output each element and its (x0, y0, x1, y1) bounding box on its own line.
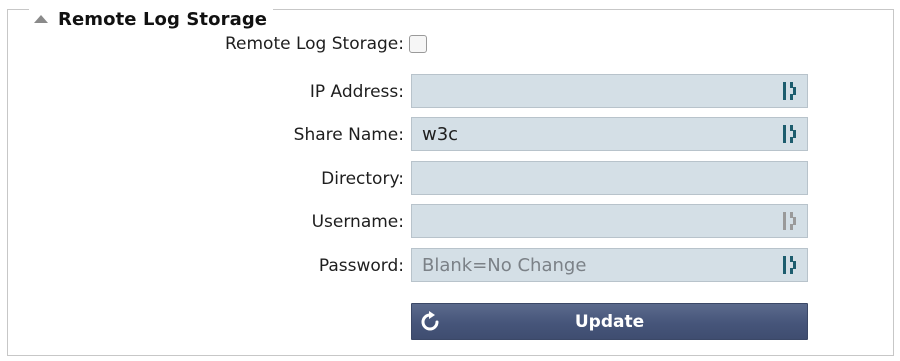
update-button[interactable]: Update (411, 303, 808, 340)
share-name-input[interactable]: w3c (411, 117, 808, 151)
ip-address-input[interactable] (411, 74, 808, 108)
password-input[interactable]: Blank=No Change (411, 248, 808, 282)
section-legend: Remote Log Storage (29, 8, 274, 30)
share-name-value: w3c (422, 123, 459, 145)
section-title: Remote Log Storage (58, 8, 268, 30)
remote-log-storage-checkbox[interactable] (409, 35, 427, 53)
username-label: Username: (311, 212, 404, 232)
password-manager-key-icon[interactable] (782, 81, 800, 101)
collapse-triangle-icon[interactable] (34, 15, 48, 23)
share-name-label: Share Name: (293, 125, 404, 145)
update-button-label: Update (574, 312, 645, 332)
password-placeholder: Blank=No Change (422, 254, 587, 276)
password-manager-key-icon[interactable] (782, 211, 800, 231)
ip-address-label: IP Address: (309, 82, 404, 102)
remote-log-storage-label: Remote Log Storage: (224, 34, 404, 54)
username-input[interactable] (411, 204, 808, 238)
directory-input[interactable] (411, 161, 808, 195)
password-manager-key-icon[interactable] (782, 255, 800, 275)
password-label: Password: (318, 256, 404, 276)
directory-label: Directory: (321, 169, 404, 189)
password-manager-key-icon[interactable] (782, 124, 800, 144)
